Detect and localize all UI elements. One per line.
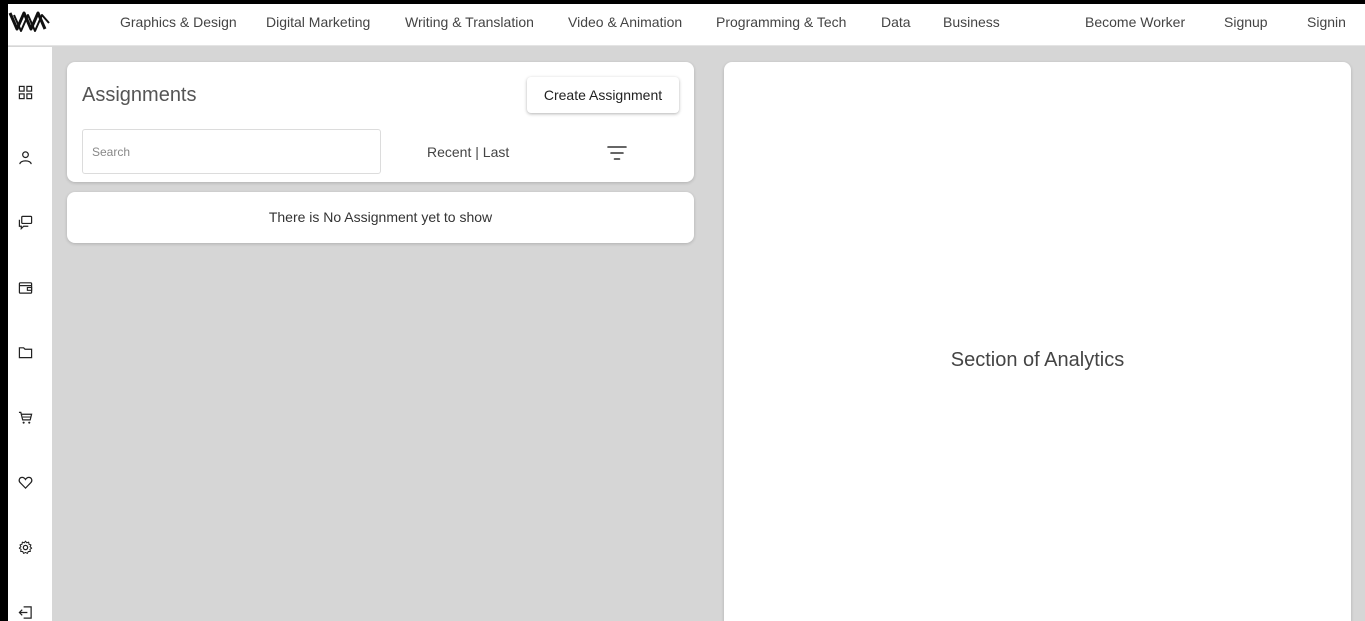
nav-video-animation[interactable]: Video & Animation (568, 14, 682, 30)
window-frame: Graphics & Design Digital Marketing Writ… (0, 0, 1365, 621)
sort-recent-option[interactable]: Recent (427, 144, 471, 160)
app-root: Graphics & Design Digital Marketing Writ… (8, 4, 1365, 621)
nav-business[interactable]: Business (943, 14, 1000, 30)
nav-digital-marketing[interactable]: Digital Marketing (266, 14, 370, 30)
cart-icon[interactable] (18, 410, 33, 425)
folder-icon[interactable] (18, 345, 33, 360)
become-worker-link[interactable]: Become Worker (1085, 14, 1185, 30)
heart-icon[interactable] (18, 475, 33, 490)
chat-icon[interactable] (18, 215, 33, 230)
assignments-title: Assignments (82, 84, 197, 106)
sort-toggle: Recent | Last (427, 144, 509, 160)
gear-icon[interactable] (18, 540, 33, 555)
create-assignment-button[interactable]: Create Assignment (527, 77, 679, 113)
user-icon[interactable] (18, 150, 33, 165)
analytics-label: Section of Analytics (950, 349, 1125, 371)
nav-writing-translation[interactable]: Writing & Translation (405, 14, 534, 30)
signup-link[interactable]: Signup (1224, 14, 1268, 30)
empty-message: There is No Assignment yet to show (268, 209, 493, 225)
filter-icon[interactable] (606, 144, 628, 162)
sort-last-option[interactable]: Last (483, 144, 509, 160)
wave-logo-icon[interactable] (8, 9, 52, 37)
assignments-panel: Assignments Create Assignment Recent | L… (67, 62, 694, 182)
nav-programming-tech[interactable]: Programming & Tech (716, 14, 846, 30)
nav-data[interactable]: Data (881, 14, 911, 30)
top-navbar: Graphics & Design Digital Marketing Writ… (8, 4, 1365, 46)
nav-graphics-design[interactable]: Graphics & Design (120, 14, 237, 30)
wallet-icon[interactable] (18, 280, 33, 295)
dashboard-icon[interactable] (18, 85, 33, 100)
empty-assignments-card: There is No Assignment yet to show (67, 192, 694, 243)
search-input[interactable] (82, 129, 381, 174)
analytics-panel: Section of Analytics (724, 62, 1351, 621)
signin-link[interactable]: Signin (1307, 14, 1346, 30)
sidebar (8, 47, 52, 621)
logout-icon[interactable] (18, 605, 33, 620)
sort-separator: | (475, 144, 479, 160)
